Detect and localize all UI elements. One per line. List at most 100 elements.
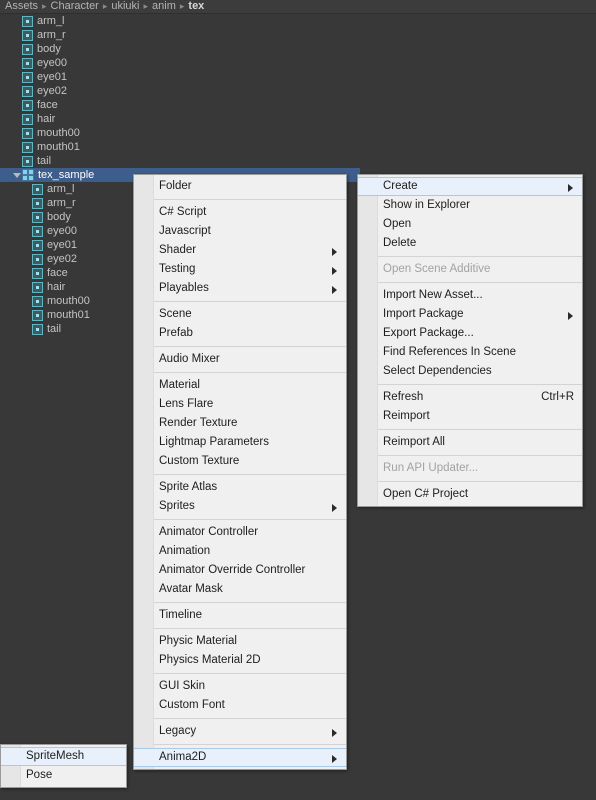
menu-item-playables[interactable]: Playables (134, 279, 346, 298)
tree-row[interactable]: face (0, 98, 596, 112)
menu-item-anima2d[interactable]: Anima2D (134, 748, 346, 767)
menu-item-label: Show in Explorer (383, 199, 470, 211)
foldout-spacer (12, 143, 21, 152)
menu-item-find-references-in-scene[interactable]: Find References In Scene (358, 343, 582, 362)
tree-item-label: eye01 (37, 71, 67, 83)
menu-item-legacy[interactable]: Legacy (134, 722, 346, 741)
menu-item-lightmap-parameters[interactable]: Lightmap Parameters (134, 433, 346, 452)
menu-item-c-script[interactable]: C# Script (134, 203, 346, 222)
sprite-icon (32, 323, 43, 335)
breadcrumb-item-assets[interactable]: Assets (5, 0, 38, 13)
tree-item-label: tail (47, 323, 62, 335)
menu-item-physic-material[interactable]: Physic Material (134, 632, 346, 651)
menu-item-export-package[interactable]: Export Package... (358, 324, 582, 343)
menu-item-animation[interactable]: Animation (134, 542, 346, 561)
menu-item-delete[interactable]: Delete (358, 234, 582, 253)
menu-item-animator-controller[interactable]: Animator Controller (134, 523, 346, 542)
sprite-icon (22, 29, 33, 41)
tree-row[interactable]: mouth00 (0, 126, 596, 140)
sprite-icon (32, 211, 43, 223)
menu-item-testing[interactable]: Testing (134, 260, 346, 279)
menu-item-label: SpriteMesh (26, 750, 85, 762)
tree-item-label: tail (37, 155, 52, 167)
menu-separator (154, 372, 346, 373)
sprite-icon (22, 71, 33, 83)
menu-item-refresh[interactable]: Refresh Ctrl+R (358, 388, 582, 407)
tree-row[interactable]: mouth01 (0, 140, 596, 154)
menu-item-label: Custom Texture (159, 455, 240, 467)
menu-item-label: Animator Override Controller (159, 564, 306, 576)
menu-item-label: Lens Flare (159, 398, 214, 410)
tree-item-label: face (37, 99, 58, 111)
tree-item-label: mouth00 (47, 295, 90, 307)
menu-item-gui-skin[interactable]: GUI Skin (134, 677, 346, 696)
tree-row[interactable]: arm_r (0, 28, 596, 42)
tree-row[interactable]: eye01 (0, 70, 596, 84)
menu-item-render-texture[interactable]: Render Texture (134, 414, 346, 433)
menu-item-label: Animation (159, 545, 211, 557)
menu-item-show-in-explorer[interactable]: Show in Explorer (358, 196, 582, 215)
sprite-icon (32, 295, 43, 307)
foldout-spacer (22, 297, 31, 306)
breadcrumb-item-anim[interactable]: anim (152, 0, 176, 13)
menu-separator (154, 673, 346, 674)
menu-item-custom-font[interactable]: Custom Font (134, 696, 346, 715)
menu-item-label: Reimport All (383, 436, 445, 448)
foldout-arrow-icon[interactable] (12, 171, 21, 180)
menu-item-open[interactable]: Open (358, 215, 582, 234)
menu-item-select-dependencies[interactable]: Select Dependencies (358, 362, 582, 381)
tree-row[interactable]: arm_l (0, 14, 596, 28)
menu-item-label: Sprites (159, 500, 195, 512)
menu-item-shader[interactable]: Shader (134, 241, 346, 260)
menu-item-label: Create (383, 180, 418, 192)
tree-row[interactable]: eye00 (0, 56, 596, 70)
menu-item-label: Physics Material 2D (159, 654, 261, 666)
tree-item-label: body (47, 211, 71, 223)
menu-item-create[interactable]: Create (358, 177, 582, 196)
menu-item-reimport[interactable]: Reimport (358, 407, 582, 426)
menu-item-label: Reimport (383, 410, 430, 422)
menu-item-import-new-asset[interactable]: Import New Asset... (358, 286, 582, 305)
menu-item-timeline[interactable]: Timeline (134, 606, 346, 625)
tree-row[interactable]: tail (0, 154, 596, 168)
menu-item-javascript[interactable]: Javascript (134, 222, 346, 241)
tree-row[interactable]: eye02 (0, 84, 596, 98)
menu-item-import-package[interactable]: Import Package (358, 305, 582, 324)
menu-item-label: Open C# Project (383, 488, 469, 500)
menu-item-label: Animator Controller (159, 526, 259, 538)
menu-item-label: Lightmap Parameters (159, 436, 269, 448)
menu-item-label: Delete (383, 237, 417, 249)
menu-item-spritemesh[interactable]: SpriteMesh (1, 747, 126, 766)
menu-item-reimport-all[interactable]: Reimport All (358, 433, 582, 452)
menu-item-pose[interactable]: Pose (1, 766, 126, 785)
submenu-arrow-icon (330, 284, 338, 294)
sprite-icon (22, 113, 33, 125)
menu-item-audio-mixer[interactable]: Audio Mixer (134, 350, 346, 369)
menu-item-folder[interactable]: Folder (134, 177, 346, 196)
menu-item-scene[interactable]: Scene (134, 305, 346, 324)
menu-item-label: Open Scene Additive (383, 263, 491, 275)
breadcrumb-item-character[interactable]: Character (51, 0, 99, 13)
breadcrumb-item-ukiuki[interactable]: ukiuki (111, 0, 139, 13)
sprite-icon (32, 239, 43, 251)
menu-item-sprite-atlas[interactable]: Sprite Atlas (134, 478, 346, 497)
menu-item-open-c-project[interactable]: Open C# Project (358, 485, 582, 504)
menu-item-sprites[interactable]: Sprites (134, 497, 346, 516)
asset-context-menu: Create Show in Explorer Open Delete Open Sce… (357, 174, 583, 507)
tree-row[interactable]: body (0, 42, 596, 56)
menu-item-material[interactable]: Material (134, 376, 346, 395)
menu-separator (154, 301, 346, 302)
menu-separator (378, 256, 582, 257)
menu-item-label: Open (383, 218, 412, 230)
menu-item-label: Export Package... (383, 327, 474, 339)
breadcrumb-item-tex[interactable]: tex (188, 0, 204, 13)
menu-item-lens-flare[interactable]: Lens Flare (134, 395, 346, 414)
menu-item-animator-override-controller[interactable]: Animator Override Controller (134, 561, 346, 580)
menu-item-avatar-mask[interactable]: Avatar Mask (134, 580, 346, 599)
menu-item-physics-material-2d[interactable]: Physics Material 2D (134, 651, 346, 670)
tree-row[interactable]: hair (0, 112, 596, 126)
sprite-icon (22, 127, 33, 139)
menu-item-prefab[interactable]: Prefab (134, 324, 346, 343)
menu-item-custom-texture[interactable]: Custom Texture (134, 452, 346, 471)
sprite-icon (22, 57, 33, 69)
